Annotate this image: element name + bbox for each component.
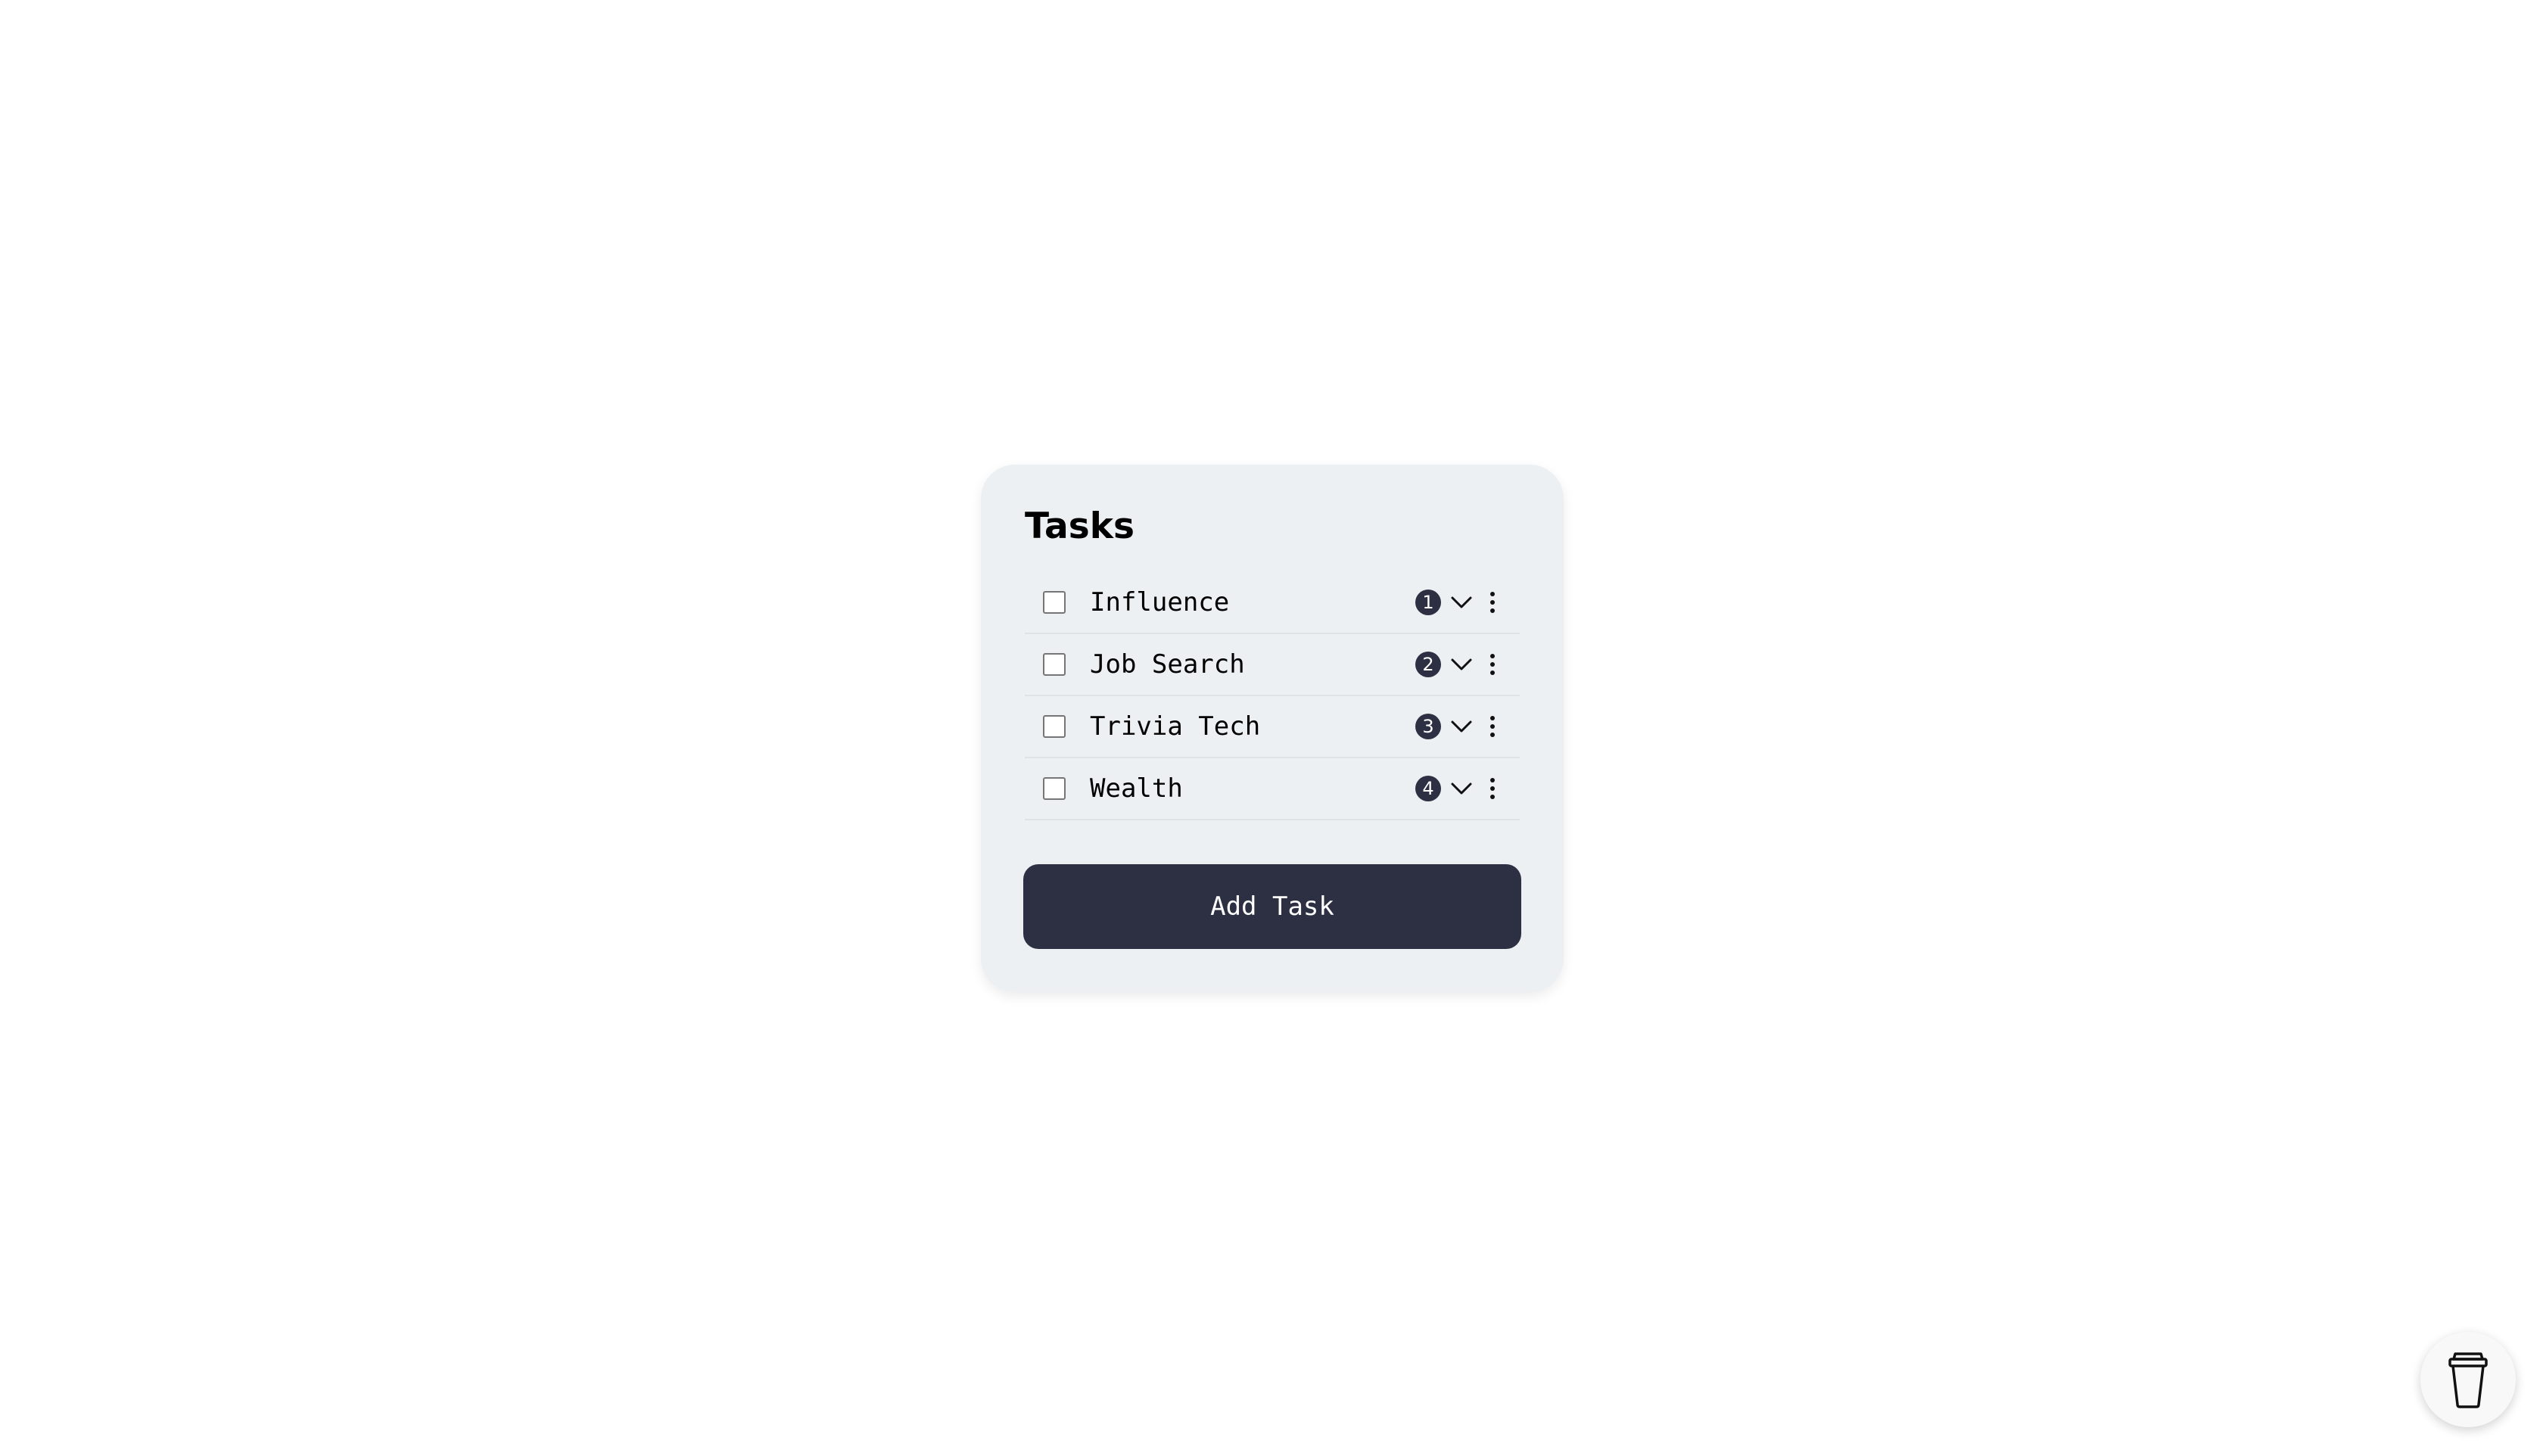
task-count-badge: 2 [1415, 652, 1441, 677]
task-list: Influence 1 Job Search 2 Trivia Tech 3 W… [1025, 572, 1520, 820]
task-actions: 3 [1415, 714, 1500, 739]
chevron-down-icon[interactable] [1449, 776, 1474, 801]
add-task-button[interactable]: Add Task [1023, 864, 1521, 949]
coffee-cup-button[interactable] [2420, 1332, 2516, 1427]
task-row: Influence 1 [1025, 572, 1520, 634]
task-actions: 4 [1415, 776, 1500, 801]
task-actions: 1 [1415, 590, 1500, 615]
task-row: Wealth 4 [1025, 758, 1520, 820]
more-vertical-icon[interactable] [1485, 652, 1500, 677]
task-count-badge: 4 [1415, 776, 1441, 801]
task-checkbox[interactable] [1043, 715, 1066, 738]
task-label: Trivia Tech [1090, 711, 1261, 742]
task-label: Wealth [1090, 773, 1183, 804]
task-row: Trivia Tech 3 [1025, 696, 1520, 758]
task-actions: 2 [1415, 652, 1500, 677]
task-label: Influence [1090, 587, 1230, 618]
task-label: Job Search [1090, 649, 1245, 680]
chevron-down-icon[interactable] [1449, 714, 1474, 739]
more-vertical-icon[interactable] [1485, 590, 1500, 615]
task-checkbox[interactable] [1043, 777, 1066, 800]
task-count-badge: 3 [1415, 714, 1441, 739]
chevron-down-icon[interactable] [1449, 590, 1474, 615]
task-count-badge: 1 [1415, 590, 1441, 615]
task-checkbox[interactable] [1043, 591, 1066, 614]
chevron-down-icon[interactable] [1449, 652, 1474, 677]
coffee-cup-icon [2448, 1352, 2488, 1408]
card-title: Tasks [1025, 506, 1135, 547]
task-checkbox[interactable] [1043, 653, 1066, 676]
more-vertical-icon[interactable] [1485, 714, 1500, 739]
more-vertical-icon[interactable] [1485, 776, 1500, 801]
tasks-card: Tasks Influence 1 Job Search 2 Trivia Te… [981, 465, 1564, 992]
task-row: Job Search 2 [1025, 634, 1520, 696]
